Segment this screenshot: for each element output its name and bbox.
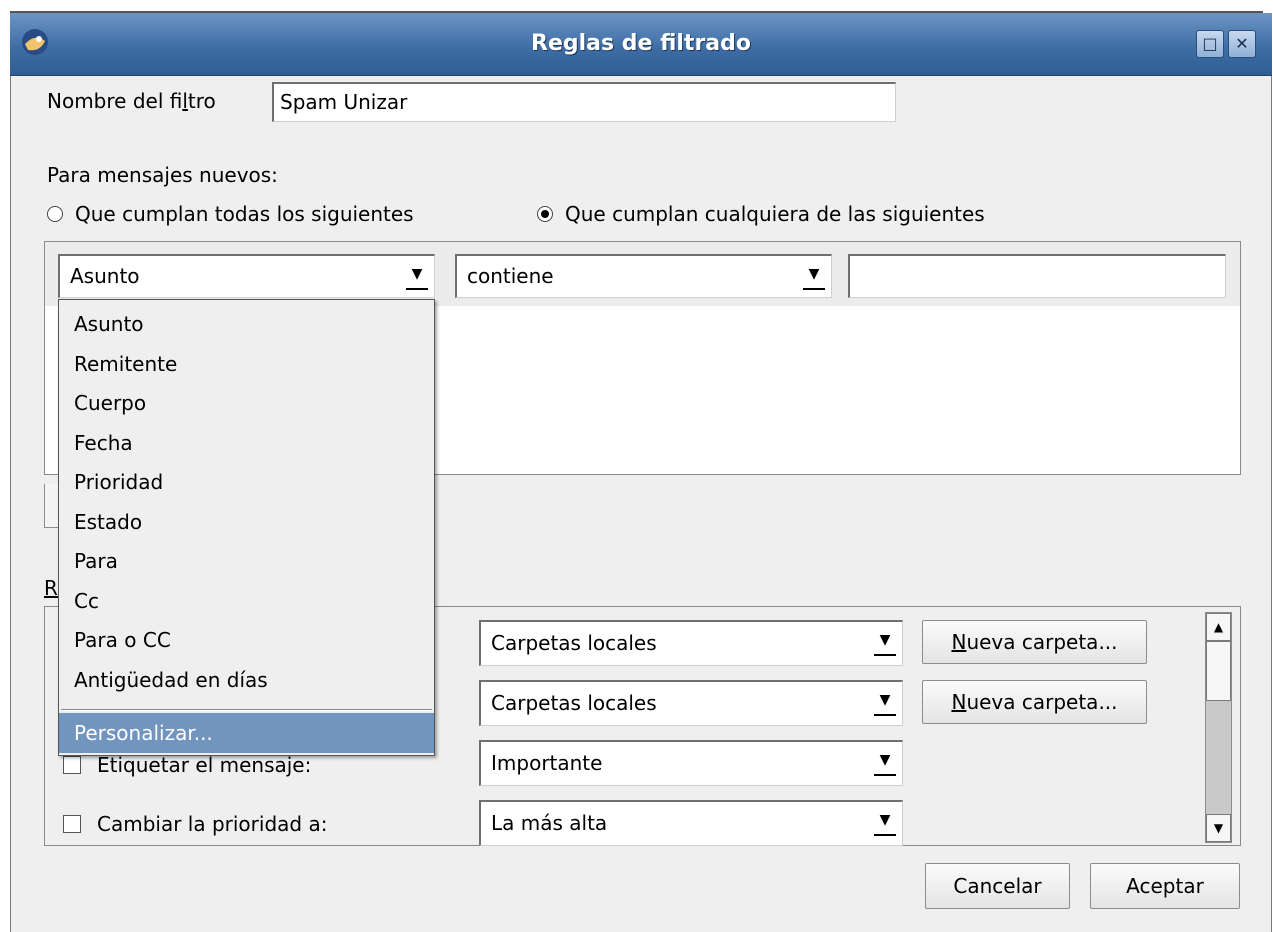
partial-button-edge <box>44 484 58 528</box>
change-priority-checkbox[interactable] <box>63 815 81 833</box>
filter-name-input[interactable]: Spam Unizar <box>272 82 896 122</box>
tag-combo-value: Importante <box>491 751 603 775</box>
menu-item[interactable]: Remitente <box>59 344 434 384</box>
menu-separator <box>61 709 432 711</box>
filter-name-label: Nombre del filtro <box>47 89 216 113</box>
menu-item[interactable]: Para <box>59 541 434 581</box>
menu-item-customize[interactable]: Personalizar... <box>59 713 434 753</box>
priority-combo-value: La más alta <box>491 811 608 835</box>
actions-section-label: R <box>44 576 58 600</box>
copy-to-folder-value: Carpetas locales <box>491 691 657 715</box>
cancel-button[interactable]: Cancelar <box>925 863 1070 909</box>
move-to-folder-value: Carpetas locales <box>491 631 657 655</box>
menu-item[interactable]: Cuerpo <box>59 383 434 423</box>
scroll-down-button[interactable]: ▼ <box>1206 814 1231 842</box>
new-messages-label: Para mensajes nuevos: <box>47 163 278 187</box>
chevron-down-icon[interactable]: ▼ <box>874 750 896 776</box>
actions-scrollbar[interactable]: ▲ ▼ <box>1205 612 1232 843</box>
operator-combo-value: contiene <box>467 264 554 288</box>
field-dropdown-menu[interactable]: Asunto Remitente Cuerpo Fecha Prioridad Estad… <box>58 299 435 756</box>
chevron-down-icon[interactable]: ▼ <box>874 630 896 656</box>
menu-item[interactable]: Antigüedad en días <box>59 660 434 700</box>
criteria-value-input[interactable] <box>848 254 1226 298</box>
chevron-down-icon[interactable]: ▼ <box>874 690 896 716</box>
field-combo-value: Asunto <box>70 264 140 288</box>
accept-button[interactable]: Aceptar <box>1090 863 1240 909</box>
chevron-down-icon[interactable]: ▼ <box>874 810 896 836</box>
close-button[interactable]: ✕ <box>1228 30 1256 58</box>
chevron-down-icon[interactable]: ▼ <box>406 264 428 290</box>
operator-combo[interactable]: contiene ▼ <box>455 254 832 298</box>
scroll-up-button[interactable]: ▲ <box>1206 613 1231 641</box>
field-combo[interactable]: Asunto ▼ <box>58 254 435 298</box>
menu-item[interactable]: Asunto <box>59 304 434 344</box>
chevron-down-icon[interactable]: ▼ <box>803 264 825 290</box>
match-any-label[interactable]: Que cumplan cualquiera de las siguientes <box>565 199 985 229</box>
menu-item[interactable]: Fecha <box>59 423 434 463</box>
menu-item[interactable]: Cc <box>59 581 434 621</box>
tag-message-checkbox[interactable] <box>63 756 81 774</box>
menu-item[interactable]: Prioridad <box>59 462 434 502</box>
match-all-radio[interactable] <box>47 206 63 222</box>
match-any-radio[interactable] <box>537 206 553 222</box>
new-folder-button[interactable]: Nueva carpeta... <box>922 620 1147 664</box>
maximize-button[interactable]: □ <box>1196 30 1224 58</box>
match-all-label[interactable]: Que cumplan todas los siguientes <box>75 199 414 229</box>
menu-item[interactable]: Estado <box>59 502 434 542</box>
tag-combo[interactable]: Importante ▼ <box>479 740 903 786</box>
scroll-thumb[interactable] <box>1206 641 1231 701</box>
priority-combo[interactable]: La más alta ▼ <box>479 800 903 846</box>
title-bar[interactable]: Reglas de filtrado □ ✕ <box>10 13 1272 76</box>
new-folder-button-2[interactable]: Nueva carpeta... <box>922 680 1147 724</box>
move-to-folder-combo[interactable]: Carpetas locales ▼ <box>479 620 903 666</box>
background-window-strip <box>0 0 1273 13</box>
change-priority-label: Cambiar la prioridad a: <box>97 812 328 836</box>
menu-item[interactable]: Para o CC <box>59 620 434 660</box>
window-title: Reglas de filtrado <box>531 31 751 56</box>
copy-to-folder-combo[interactable]: Carpetas locales ▼ <box>479 680 903 726</box>
